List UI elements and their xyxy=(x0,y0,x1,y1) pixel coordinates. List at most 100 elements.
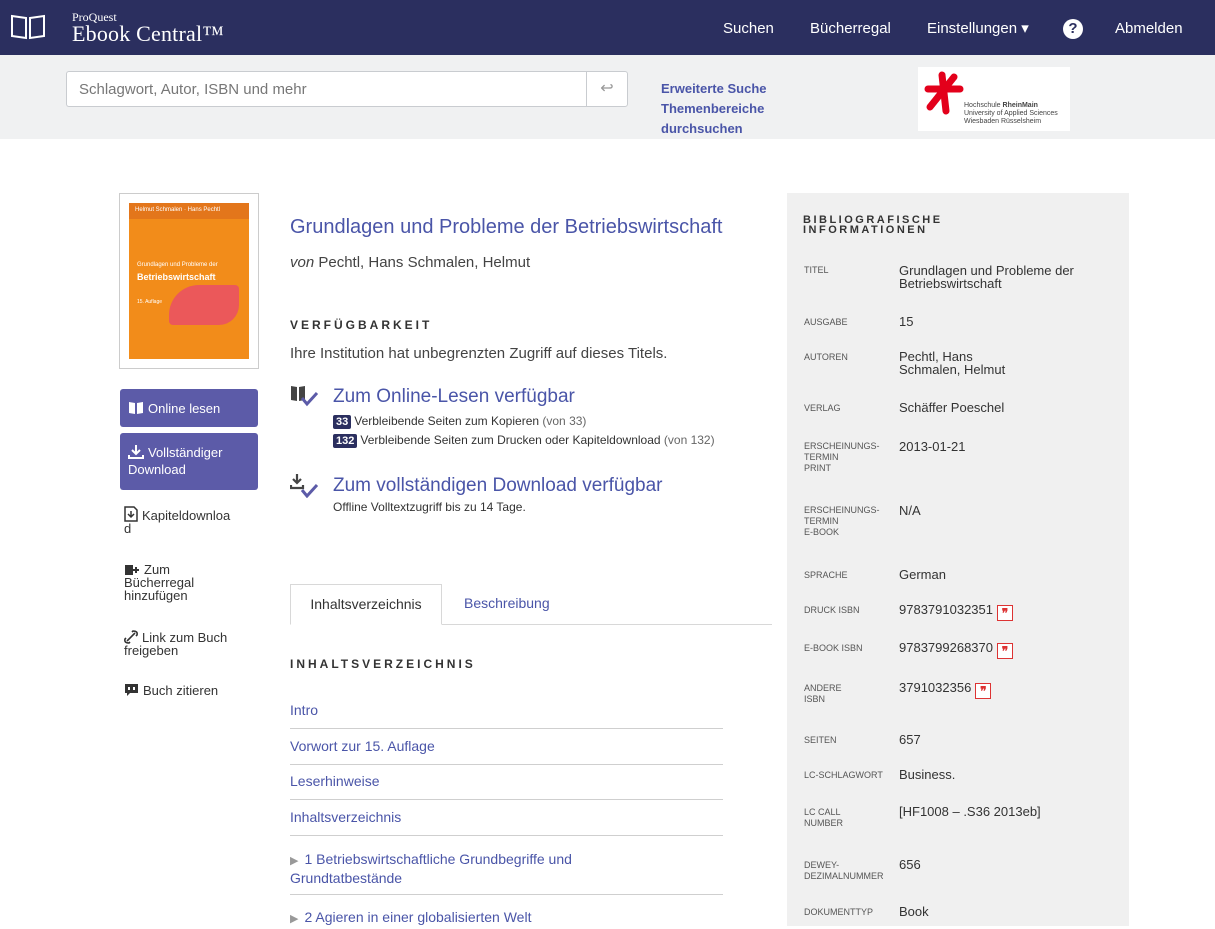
bib-author-2[interactable]: Schmalen, Helmut xyxy=(899,362,1005,377)
institution-subtitle: University of Applied Sciences xyxy=(964,110,1058,117)
search-submit-button[interactable]: ↩ xyxy=(586,71,628,107)
bib-lc-call-label-line1: LC Call xyxy=(804,807,841,817)
bib-edition-label: Ausgabe xyxy=(804,317,848,327)
bib-other-isbn-value: 3791032356 ❞ xyxy=(899,680,992,699)
toc-item[interactable]: Vorwort zur 15. Auflage xyxy=(290,738,723,765)
chapter-download-label: Kapiteldownloa xyxy=(142,508,231,523)
cover-edition: 15. Auflage xyxy=(137,299,163,305)
bib-other-isbn: 3791032356 xyxy=(899,680,972,695)
expand-triangle-icon[interactable]: ▶ xyxy=(290,913,298,925)
toc-item[interactable]: Leserhinweise xyxy=(290,773,723,800)
print-count-total: (von 132) xyxy=(663,433,715,447)
browse-subjects-link-line1[interactable]: Themenbereiche xyxy=(661,101,764,116)
open-book-icon[interactable] xyxy=(10,12,46,40)
search-input[interactable] xyxy=(66,71,586,107)
bib-ebook-date-label: Erscheinungs- termin E-Book xyxy=(804,505,880,538)
advanced-search-link[interactable]: Erweiterte Suche xyxy=(661,81,767,96)
copy-count-badge: 33 xyxy=(333,415,352,429)
bib-authors-label: Autoren xyxy=(804,352,848,362)
add-to-bookshelf-link[interactable]: Zum Bücherregal hinzufügen xyxy=(124,563,194,602)
copy-count-total: (von 33) xyxy=(542,414,587,428)
bib-print-date-label-line2: termin xyxy=(804,452,839,462)
book-authors-names: Pechtl, Hans Schmalen, Helmut xyxy=(314,254,531,271)
toc-item[interactable]: Inhaltsverzeichnis xyxy=(290,809,723,836)
enter-arrow-icon: ↩ xyxy=(600,80,614,97)
browse-subjects-link-line2[interactable]: durchsuchen xyxy=(661,121,743,136)
bib-print-isbn-label: Druck ISBN xyxy=(804,605,860,615)
bib-heading-line2: INFORMATIONEN xyxy=(803,224,928,236)
bib-publisher-value: Schäffer Poeschel xyxy=(899,400,1005,415)
bib-print-isbn: 9783791032351 xyxy=(899,602,993,617)
copy-count-text: Verbleibende Seiten zum Kopieren xyxy=(354,414,540,428)
toc-chapter-expandable[interactable]: ▶ 1 Betriebswirtschaftliche Grundbegriffe… xyxy=(290,851,723,895)
nav-search[interactable]: Suchen xyxy=(723,0,774,55)
read-online-button[interactable]: Online lesen xyxy=(120,389,258,427)
bib-heading: BIBLIOGRAFISCHE INFORMATIONEN xyxy=(803,215,943,236)
bib-print-date-value: 2013-01-21 xyxy=(899,439,966,454)
book-cover-image: Helmut Schmalen · Hans Pechtl Grundlagen… xyxy=(129,203,249,359)
institution-logo: Hochschule RheinMain University of Appli… xyxy=(918,67,1070,131)
print-count-text: Verbleibende Seiten zum Drucken oder Kap… xyxy=(360,433,661,447)
link-chain-icon xyxy=(124,630,138,644)
bib-title-label: Titel xyxy=(804,265,829,275)
cite-book-label: Buch zitieren xyxy=(143,683,219,698)
bib-lc-subject-value[interactable]: Business. xyxy=(899,768,955,781)
book-cover-frame[interactable]: Helmut Schmalen · Hans Pechtl Grundlagen… xyxy=(119,193,259,369)
tab-description[interactable]: Beschreibung xyxy=(464,584,550,625)
bib-pages-value: 657 xyxy=(899,732,921,747)
toc-chapter-label-line2: Grundtatbestände xyxy=(290,870,403,886)
online-read-availability: Zum Online-Lesen verfügbar xyxy=(333,386,575,407)
toc-item[interactable]: Intro xyxy=(290,702,723,729)
toc-heading: INHALTSVERZEICHNIS xyxy=(290,657,476,671)
bib-ebook-isbn-label: E-Book ISBN xyxy=(804,643,863,653)
download-icon xyxy=(128,445,144,459)
bib-dewey-label: Dewey- Dezimalnummer xyxy=(804,860,884,882)
bib-other-isbn-label-line1: Andere xyxy=(804,683,842,693)
nav-bookshelf[interactable]: Bücherregal xyxy=(810,0,891,55)
chapter-download-link[interactable]: Kapiteldownloa d xyxy=(124,506,230,535)
bib-title-line2: Betriebswirtschaft xyxy=(899,276,1002,291)
full-download-label-line1: Vollständiger xyxy=(148,445,223,460)
worldcat-link-icon[interactable]: ❞ xyxy=(975,683,992,699)
toc-chapter-label: 2 Agieren in einer globalisierten Welt xyxy=(304,909,532,925)
worldcat-link-icon[interactable]: ❞ xyxy=(997,643,1013,659)
bib-ebook-date-value: N/A xyxy=(899,503,921,518)
search-band: ↩ Erweiterte Suche Themenbereiche durchs… xyxy=(0,55,1215,139)
bib-lc-call-label-line2: Number xyxy=(804,818,844,828)
worldcat-link-icon[interactable]: ❞ xyxy=(997,605,1013,621)
nav-settings-dropdown[interactable]: Einstellungen ▾ xyxy=(927,0,1029,55)
rheinmain-star-icon xyxy=(924,71,964,115)
bib-pages-label: Seiten xyxy=(804,735,837,745)
bib-print-date-label-line1: Erscheinungs- xyxy=(804,441,880,451)
bib-ebook-date-label-line1: Erscheinungs- xyxy=(804,505,880,515)
full-download-availability: Zum vollständigen Download verfügbar xyxy=(333,475,663,496)
nav-logout[interactable]: Abmelden xyxy=(1115,0,1183,55)
cover-artwork xyxy=(169,285,239,325)
bib-doctype-value: Book xyxy=(899,904,929,919)
help-icon[interactable]: ? xyxy=(1063,19,1083,39)
open-book-icon xyxy=(129,402,143,414)
institution-access-text: Ihre Institution hat unbegrenzten Zugrif… xyxy=(290,345,668,362)
bib-publisher-label: Verlag xyxy=(804,403,841,413)
quote-bubble-icon xyxy=(125,684,138,696)
bib-ebook-isbn-value: 9783799268370 ❞ xyxy=(899,641,1013,659)
bib-print-date-label-line3: Print xyxy=(804,463,831,473)
tab-table-of-contents[interactable]: Inhaltsverzeichnis xyxy=(290,584,442,625)
cite-book-link[interactable]: Buch zitieren xyxy=(124,683,218,697)
read-online-check-icon xyxy=(291,386,318,407)
share-label-line2: freigeben xyxy=(124,643,179,658)
full-download-button[interactable]: Vollständiger Download xyxy=(120,433,258,490)
book-authors-prefix: von xyxy=(290,254,315,271)
brand-ebook-central[interactable]: Ebook Central™ xyxy=(72,21,224,47)
bib-ebook-date-label-line3: E-Book xyxy=(804,527,840,537)
toc-chapter-expandable[interactable]: ▶ 2 Agieren in einer globalisierten Welt xyxy=(290,909,723,929)
bib-language-label: Sprache xyxy=(804,570,848,580)
cover-authors: Helmut Schmalen · Hans Pechtl xyxy=(129,203,249,219)
bib-dewey-label-line2: Dezimalnummer xyxy=(804,871,884,881)
bib-language-value: German xyxy=(899,567,946,582)
chapter-download-icon xyxy=(124,506,138,522)
share-link[interactable]: Link zum Buch freigeben xyxy=(124,630,227,657)
expand-triangle-icon[interactable]: ▶ xyxy=(290,855,298,867)
bib-lc-subject-label: LC-Schlagwort xyxy=(804,770,883,780)
download-check-icon xyxy=(290,474,318,498)
